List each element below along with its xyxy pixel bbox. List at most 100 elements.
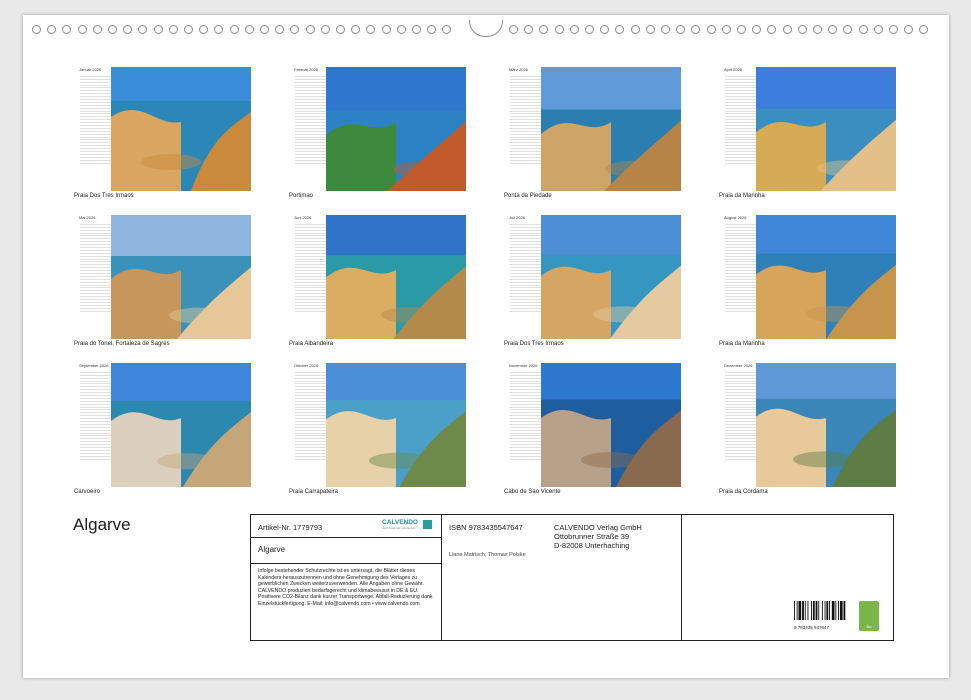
barcode-bar [826,601,829,620]
ring-hole [290,25,300,34]
ring-hole [244,25,254,34]
ring-hole [767,25,777,34]
month-block: Februar 2026 Portimao [289,67,468,207]
publisher-city: D-82008 Unterhaching [554,541,630,550]
photo-caption: Portimao [289,193,314,199]
month-name: August 2026 [724,215,747,220]
authors: Liane Matrisch, Thomas Polske [449,552,526,558]
barcode-bar [802,601,804,620]
barcode-bar [843,601,846,620]
publisher-name: CALVENDO Verlag GmbH [554,523,642,532]
ring-hole [168,25,178,34]
month-name: September 2026 [79,363,109,368]
ring-hole [889,25,898,34]
logo-mark-icon [423,520,432,529]
day-line [295,309,326,312]
photo-caption: Praia Dos Tres Irmaos [504,341,564,347]
photo-caption: Cabo de Sao Vicente [504,489,561,495]
photo-caption: Praia da Marinha [719,341,765,347]
ring-hole [229,25,239,34]
landscape-photo [756,215,896,339]
photo-caption: Praia Dos Tres Irmaos [74,193,134,199]
barcode-bar [838,601,839,620]
ring-hole [828,25,838,34]
landscape-photo [326,67,466,191]
ring-hole [32,25,41,34]
ring-hole [108,25,117,34]
mini-calendar: Oktober 2026 [290,363,326,487]
landscape-photo [111,363,251,487]
ring-hole [381,25,391,34]
ring-hole [92,25,102,34]
barcode-bar [804,601,806,620]
mini-calendar: Februar 2026 [290,67,326,191]
publisher-street: Ottobrunner Straße 39 [554,532,630,541]
ring-hole [797,25,807,34]
month-photo [756,363,896,487]
logo-tagline: Jetzt Kalender entdecken [382,526,416,530]
ring-hole [214,25,224,34]
ring-hole [615,25,625,34]
fsc-icon: fsc [859,601,879,631]
ring-hole [412,25,421,34]
barcode-bar [839,601,843,620]
barcode-number: 9 783435 547647 [794,625,830,630]
ring-hole [843,25,853,34]
landscape-photo [111,67,251,191]
mini-calendar: August 2026 [720,215,756,339]
info-subtitle: Algarve [258,545,286,554]
month-photo [541,215,681,339]
article-number: Artikel-Nr. 1779793 [258,523,323,532]
ring-hole [919,25,929,34]
ring-hole [427,25,437,34]
fsc-label: fsc [866,624,872,629]
ring-hole [320,25,330,34]
photo-caption: Praia do Tonel, Fortaleza de Sagres [74,341,170,347]
month-name: Februar 2026 [294,67,319,72]
photo-caption: Ponta da Piedade [504,193,552,199]
month-photo [756,67,896,191]
month-block: August 2026 Praia da Marinha [719,215,898,355]
barcode-bar [798,601,802,620]
column-divider [681,515,682,640]
isbn: ISBN 9783435547647 [449,523,523,532]
month-name: Dezember 2026 [724,363,753,368]
month-name: November 2026 [509,363,538,368]
barcode-bar [821,601,823,620]
month-photo [541,363,681,487]
photo-caption: Praia da Marinha [719,193,765,199]
day-line [295,161,326,164]
mini-calendar: September 2026 [75,363,111,487]
ring-hole [782,25,792,34]
barcode-bar [812,601,815,620]
month-name: April 2026 [724,67,743,72]
ring-hole [509,25,518,34]
mini-calendar: Mai 2026 [75,215,111,339]
month-block: September 2026 Carvoeiro [74,363,253,503]
barcode-bar [807,601,809,620]
calendar-back-page: Januar 2026 Praia Dos Tres Irmaos Februar … [23,15,949,678]
ring-hole [366,25,376,34]
day-line [80,457,111,460]
ring-hole [351,25,361,34]
ring-hole [676,25,686,34]
logo-text: CALVENDO [382,519,418,526]
barcode-bar [796,601,798,620]
month-block: Juni 2026 Praia Albandeira [289,215,468,355]
calvendo-logo: CALVENDO Jetzt Kalender entdecken [382,519,418,530]
ring-hole [539,25,549,34]
ring-hole [873,25,883,34]
ring-hole [904,25,914,34]
ring-hole [260,25,269,34]
ring-hole [305,25,315,34]
month-photo [326,67,466,191]
ring-hole [336,25,345,34]
landscape-photo [541,215,681,339]
day-line [725,161,756,164]
ring-hole [721,25,731,34]
ring-hole [442,25,452,34]
day-line [510,161,541,164]
mini-calendar: November 2026 [505,363,541,487]
barcode-bar [829,601,830,620]
ring-hole [62,25,72,34]
